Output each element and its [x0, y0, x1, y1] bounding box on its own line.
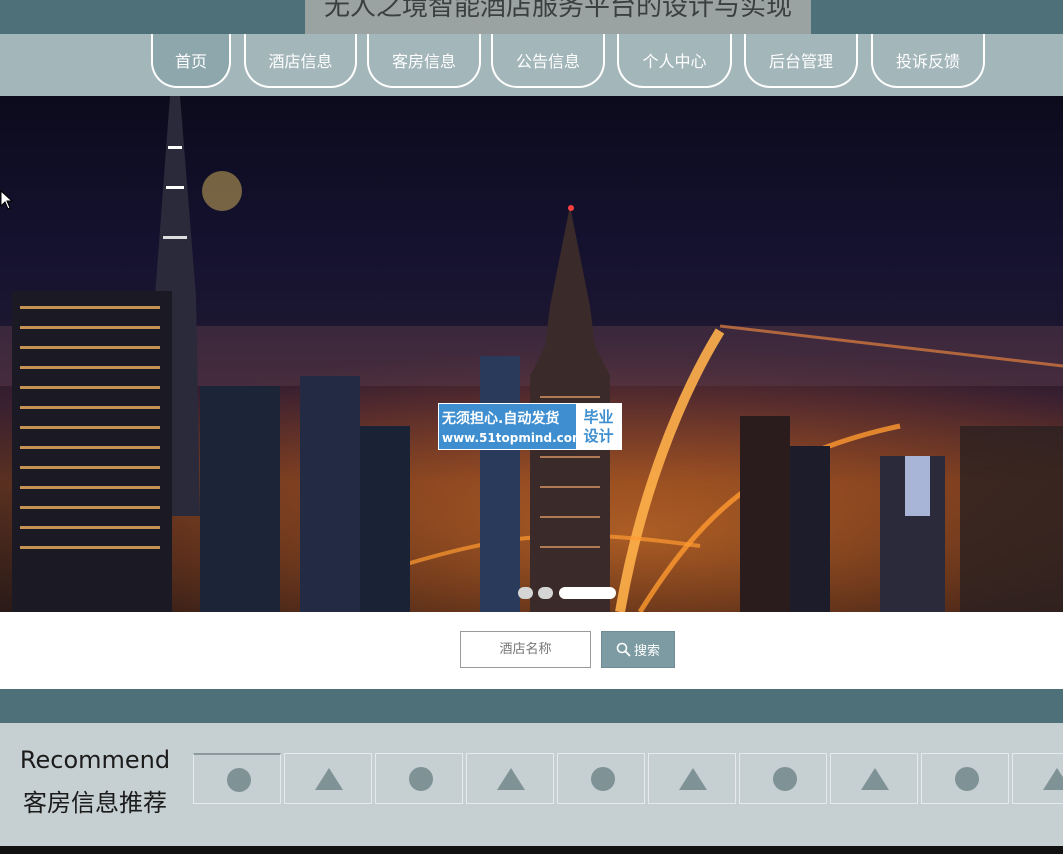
- placeholder-circle-icon: [409, 767, 433, 791]
- nav-item-personal-center[interactable]: 个人中心: [617, 34, 732, 88]
- section-divider: [0, 689, 1063, 723]
- recommend-thumbnail[interactable]: [284, 753, 372, 804]
- nav-item-room-info[interactable]: 客房信息: [367, 34, 481, 88]
- cursor-highlight: [202, 171, 242, 211]
- placeholder-circle-icon: [591, 767, 615, 791]
- recommend-thumbnail[interactable]: [648, 753, 736, 804]
- site-title-box: 无人之境智能酒店服务平台的设计与实现: [305, 0, 811, 34]
- title-bar: 无人之境智能酒店服务平台的设计与实现: [0, 0, 1063, 34]
- recommend-thumbnail[interactable]: [466, 753, 554, 804]
- recommend-thumbnail-strip: [193, 753, 1063, 806]
- nav-item-hotel-info[interactable]: 酒店信息: [244, 34, 357, 88]
- recommend-title-cn: 客房信息推荐: [23, 789, 167, 817]
- search-section: 搜索: [0, 612, 1063, 689]
- watermark-badge: 无须担心.自动发货 www.51topmind.com 毕业 设计: [438, 403, 622, 450]
- recommend-thumbnail[interactable]: [557, 753, 645, 804]
- placeholder-triangle-icon: [1043, 768, 1063, 790]
- carousel-dot-3-active[interactable]: [559, 587, 616, 599]
- search-icon: [616, 642, 631, 657]
- recommend-thumbnail[interactable]: [830, 753, 918, 804]
- nav-item-feedback[interactable]: 投诉反馈: [871, 34, 985, 88]
- nav-item-home[interactable]: 首页: [151, 34, 231, 88]
- mouse-pointer-icon: [0, 190, 14, 210]
- bottom-edge: [0, 846, 1063, 854]
- placeholder-triangle-icon: [497, 768, 525, 790]
- recommend-thumbnail[interactable]: [375, 753, 463, 804]
- hero-banner[interactable]: 无须担心.自动发货 www.51topmind.com 毕业 设计: [0, 96, 1063, 612]
- carousel-dot-2[interactable]: [538, 587, 553, 599]
- placeholder-triangle-icon: [861, 768, 889, 790]
- nav-item-announcements[interactable]: 公告信息: [491, 34, 605, 88]
- search-button[interactable]: 搜索: [601, 631, 675, 668]
- recommend-title-en: Recommend: [19, 746, 171, 774]
- recommend-thumbnail[interactable]: [1012, 753, 1063, 804]
- watermark-text: 无须担心.自动发货: [442, 411, 560, 427]
- hotel-name-search-input[interactable]: [460, 631, 591, 668]
- placeholder-circle-icon: [773, 767, 797, 791]
- carousel-dot-1[interactable]: [518, 587, 533, 599]
- recommend-section: Recommend 客房信息推荐: [0, 723, 1063, 846]
- placeholder-circle-icon: [227, 768, 251, 792]
- search-button-label: 搜索: [633, 644, 660, 659]
- recommend-thumbnail[interactable]: [739, 753, 827, 804]
- main-nav: 首页 酒店信息 客房信息 公告信息 个人中心 后台管理 投诉反馈: [0, 34, 1063, 96]
- watermark-url: www.51topmind.com: [442, 431, 585, 445]
- placeholder-circle-icon: [955, 767, 979, 791]
- recommend-thumbnail[interactable]: [921, 753, 1009, 804]
- city-night-image: [0, 96, 1063, 612]
- site-title: 无人之境智能酒店服务平台的设计与实现: [323, 0, 792, 22]
- recommend-thumbnail[interactable]: [193, 753, 281, 804]
- placeholder-triangle-icon: [679, 768, 707, 790]
- nav-item-admin[interactable]: 后台管理: [744, 34, 858, 88]
- placeholder-triangle-icon: [315, 768, 343, 790]
- watermark-badge-label: 毕业 设计: [576, 404, 621, 449]
